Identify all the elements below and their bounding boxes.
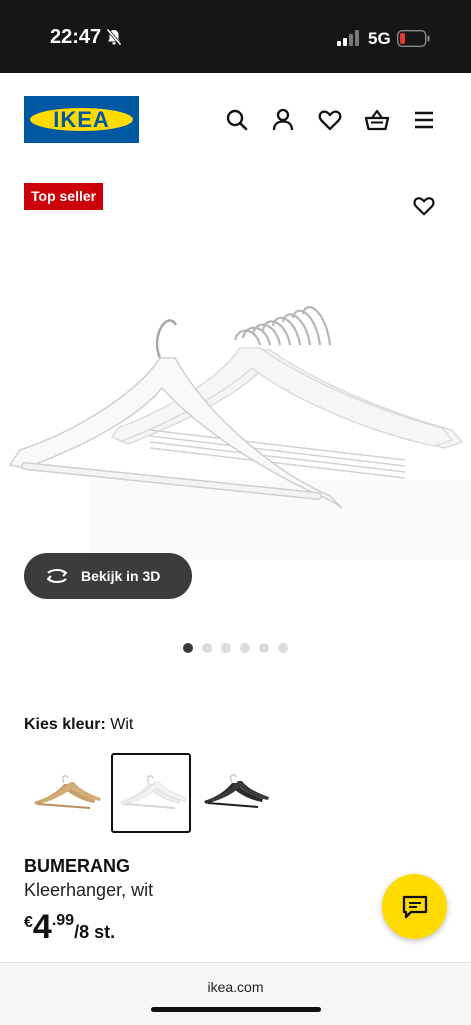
heart-icon[interactable] xyxy=(317,107,343,133)
chat-icon xyxy=(402,895,427,918)
ikea-logo[interactable]: IKEA xyxy=(24,96,139,143)
carousel-dot[interactable] xyxy=(278,643,288,653)
add-to-favourites-icon[interactable] xyxy=(412,194,436,223)
carousel-dot[interactable] xyxy=(259,643,269,653)
basket-icon[interactable] xyxy=(364,107,390,133)
product-price: €4.99/8 st. xyxy=(24,908,115,947)
price-decimal: .99 xyxy=(51,912,75,929)
chat-button[interactable] xyxy=(382,874,447,939)
carousel-indicator xyxy=(183,643,288,653)
account-icon[interactable] xyxy=(270,107,296,133)
color-swatch-naturel[interactable] xyxy=(24,753,104,833)
top-seller-badge: Top seller xyxy=(24,183,104,210)
status-time: 22:47 xyxy=(50,26,102,48)
search-icon[interactable] xyxy=(224,107,250,133)
color-picker-title: Kies kleur: xyxy=(24,716,106,733)
browser-url-bar[interactable]: ikea.com xyxy=(0,962,471,1025)
logo-text: IKEA xyxy=(30,107,133,132)
network-label: 5G xyxy=(368,29,391,48)
carousel-dot[interactable] xyxy=(221,643,231,653)
battery-icon xyxy=(396,29,430,52)
rotate-3d-icon xyxy=(47,569,67,583)
product-description: Kleerhanger, wit xyxy=(24,880,154,900)
product-image[interactable] xyxy=(0,270,471,560)
bell-slash-icon xyxy=(106,28,122,51)
home-indicator[interactable] xyxy=(151,1007,321,1012)
product-name: BUMERANG xyxy=(24,856,130,876)
carousel-dot[interactable] xyxy=(240,643,250,653)
carousel-dot[interactable] xyxy=(183,643,193,653)
view-in-3d-label: Bekijk in 3D xyxy=(81,568,161,584)
view-in-3d-button[interactable]: Bekijk in 3D xyxy=(24,553,192,599)
status-bar: 22:47 5G xyxy=(0,0,471,73)
color-swatch-zwart[interactable] xyxy=(198,753,278,833)
color-picker-label: Kies kleur: Wit xyxy=(24,716,133,734)
site-header: IKEA xyxy=(0,73,471,168)
price-currency: € xyxy=(24,914,33,931)
url-text[interactable]: ikea.com xyxy=(0,979,471,995)
selected-color-value: Wit xyxy=(110,716,134,733)
menu-icon[interactable] xyxy=(411,107,437,133)
price-integer: 4 xyxy=(32,908,52,946)
carousel-dot[interactable] xyxy=(202,643,212,653)
color-swatch-wit[interactable] xyxy=(111,753,191,833)
price-unit: /8 st. xyxy=(74,922,116,942)
signal-icon xyxy=(337,30,361,51)
